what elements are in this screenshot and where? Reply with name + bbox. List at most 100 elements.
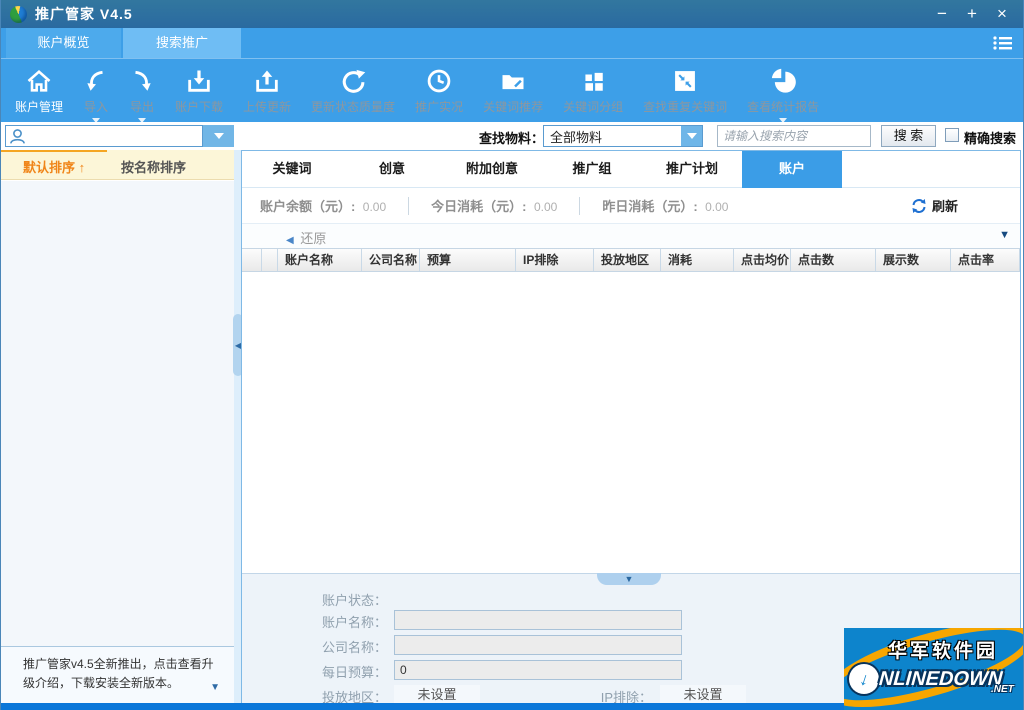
exact-search-checkbox[interactable]: [945, 128, 959, 142]
account-name-field: [394, 610, 682, 630]
toolbar-account-download[interactable]: 账户下载: [165, 66, 233, 115]
table-column-header-ctr[interactable]: 点击率: [951, 249, 1020, 271]
sort-default-tab[interactable]: 默认排序 ↑: [23, 157, 85, 176]
watermark-o-logo-icon: ↓: [849, 664, 879, 694]
company-name-field: [394, 635, 682, 655]
divider: [408, 197, 409, 215]
sidebar-search-input[interactable]: [26, 127, 202, 145]
table-column-header[interactable]: [262, 249, 278, 271]
watermark-en-text: NLINEDOWN: [878, 668, 1003, 691]
exact-search-label: 精确搜索: [964, 128, 1016, 147]
tab-campaigns[interactable]: 推广计划: [642, 151, 742, 188]
toolbar-export[interactable]: 导出: [119, 66, 165, 127]
search-button[interactable]: 搜 索: [881, 125, 936, 147]
search-input[interactable]: [717, 125, 871, 147]
chevron-down-icon: ▼: [625, 574, 634, 584]
table-column-header[interactable]: [242, 249, 262, 271]
toolbar-import[interactable]: 导入: [73, 66, 119, 127]
ip-exclude-value[interactable]: 未设置: [660, 685, 746, 705]
table-column-header-spend[interactable]: 消耗: [661, 249, 734, 271]
toolbar-upload-update[interactable]: 上传更新: [233, 66, 301, 115]
find-material-label: 查找物料：: [479, 128, 544, 147]
person-icon: [9, 128, 26, 145]
tab-extra-creatives[interactable]: 附加创意: [442, 151, 542, 188]
pie-icon: [769, 66, 797, 96]
sidebar-sort-bar: 默认排序 ↑ 按名称排序: [1, 150, 234, 180]
main-panel: 关键词 创意 附加创意 推广组 推广计划 账户 账户余额（元）: 0.00 今日…: [241, 150, 1021, 703]
table-column-header-ip-exclude[interactable]: IP排除: [516, 249, 594, 271]
table-column-header-account-name[interactable]: 账户名称: [278, 249, 362, 271]
stat-balance: 账户余额（元）: 0.00: [260, 196, 386, 216]
sort-by-name-tab[interactable]: 按名称排序: [121, 157, 186, 176]
divider: [579, 197, 580, 215]
table-column-header-impressions[interactable]: 展示数: [876, 249, 951, 271]
account-list[interactable]: [1, 181, 234, 646]
nav-tab-account-overview[interactable]: 账户概览: [6, 28, 121, 58]
notice-expand-icon[interactable]: ▼: [210, 680, 220, 696]
maximize-button[interactable]: +: [957, 1, 987, 27]
watermark: 华军软件园 ↓ NLINEDOWN .NET: [844, 628, 1023, 710]
toolbar-keyword-group[interactable]: 关键词分组: [553, 66, 633, 115]
minimize-button[interactable]: −: [927, 1, 957, 27]
refresh-sync-icon: [911, 198, 927, 214]
toolbar-live-status[interactable]: 推广实况: [405, 66, 473, 115]
nav-strip: 账户概览 搜索推广: [1, 28, 1023, 58]
sidebar-search-dropdown-button[interactable]: [203, 125, 234, 147]
splitter[interactable]: [234, 150, 241, 703]
toolbar-account-manage[interactable]: 账户管理: [5, 66, 73, 115]
tab-accounts[interactable]: 账户: [742, 151, 842, 188]
window-title: 推广管家 V4.5: [35, 4, 133, 24]
table-body[interactable]: [242, 273, 1020, 573]
sidebar-search-box[interactable]: [5, 125, 203, 147]
toolbar-stats-report[interactable]: 查看统计报告: [737, 66, 829, 127]
app-logo-icon: [10, 6, 27, 23]
home-icon: [25, 66, 53, 96]
table-column-header-avg-cpc[interactable]: 点击均价: [734, 249, 791, 271]
material-select[interactable]: 全部物料: [543, 125, 703, 147]
grid-icon: [580, 66, 606, 96]
detail-collapse-tab[interactable]: ▼: [597, 573, 661, 585]
daily-budget-field[interactable]: [394, 660, 682, 680]
restore-button[interactable]: ◀ 还原: [286, 228, 326, 247]
chevron-down-icon: [214, 133, 224, 144]
folder-icon: [499, 66, 527, 96]
table-column-header-region[interactable]: 投放地区: [594, 249, 661, 271]
export-icon: [129, 66, 155, 96]
restore-left-arrow-icon: ◀: [286, 235, 294, 246]
watermark-net-text: .NET: [991, 684, 1014, 695]
menu-icon[interactable]: [992, 35, 1014, 56]
dedupe-icon: [671, 66, 699, 96]
material-select-button[interactable]: [681, 126, 702, 146]
title-bar: 推广管家 V4.5 − + ×: [1, 0, 1023, 28]
app-window: 推广管家 V4.5 − + × 账户概览 搜索推广 账户管理: [0, 0, 1024, 710]
upgrade-notice-text: 推广管家v4.5全新推出，点击查看升级介绍，下载安装全新版本。: [23, 657, 214, 690]
toolbar: 账户管理 导入 导出 账户下载 上传更新: [1, 58, 1023, 122]
table-column-header-clicks[interactable]: 点击数: [791, 249, 876, 271]
refresh-icon: [339, 66, 367, 96]
toolbar-update-quality[interactable]: 更新状态质量度: [301, 66, 405, 115]
tab-creatives[interactable]: 创意: [342, 151, 442, 188]
daily-budget-label: 每日预算：: [282, 662, 387, 681]
refresh-button[interactable]: 刷新: [911, 196, 958, 215]
toolbar-keyword-recommend[interactable]: 关键词推荐: [473, 66, 553, 115]
toolbar-find-duplicates[interactable]: 查找重复关键词: [633, 66, 737, 115]
table-header: 账户名称 公司名称 预算 IP排除 投放地区 消耗 点击均价 点击数 展示数 点…: [242, 248, 1020, 272]
nav-tab-search-promotion[interactable]: 搜索推广: [123, 28, 241, 58]
tab-ad-groups[interactable]: 推广组: [542, 151, 642, 188]
upload-icon: [253, 66, 281, 96]
panel-collapse-icon[interactable]: ▼: [999, 229, 1010, 241]
close-button[interactable]: ×: [987, 1, 1017, 27]
table-column-header-company-name[interactable]: 公司名称: [362, 249, 420, 271]
restore-row: ◀ 还原 ▼: [242, 224, 1020, 248]
stats-row: 账户余额（元）: 0.00 今日消耗（元）: 0.00 昨日消耗（元）: 0.0…: [242, 188, 1020, 224]
filter-row: 查找物料： 全部物料 搜 索 精确搜索: [1, 122, 1023, 150]
material-select-value: 全部物料: [544, 127, 681, 146]
table-column-header-budget[interactable]: 预算: [420, 249, 516, 271]
region-value[interactable]: 未设置: [394, 685, 480, 705]
stat-yesterday-spend: 昨日消耗（元）: 0.00: [602, 196, 728, 216]
material-tabs: 关键词 创意 附加创意 推广组 推广计划 账户: [242, 151, 1020, 188]
upgrade-notice[interactable]: 推广管家v4.5全新推出，点击查看升级介绍，下载安装全新版本。 ▼: [1, 646, 234, 703]
clock-icon: [425, 66, 453, 96]
account-status-label: 账户状态：: [282, 590, 387, 609]
tab-keywords[interactable]: 关键词: [242, 151, 342, 188]
